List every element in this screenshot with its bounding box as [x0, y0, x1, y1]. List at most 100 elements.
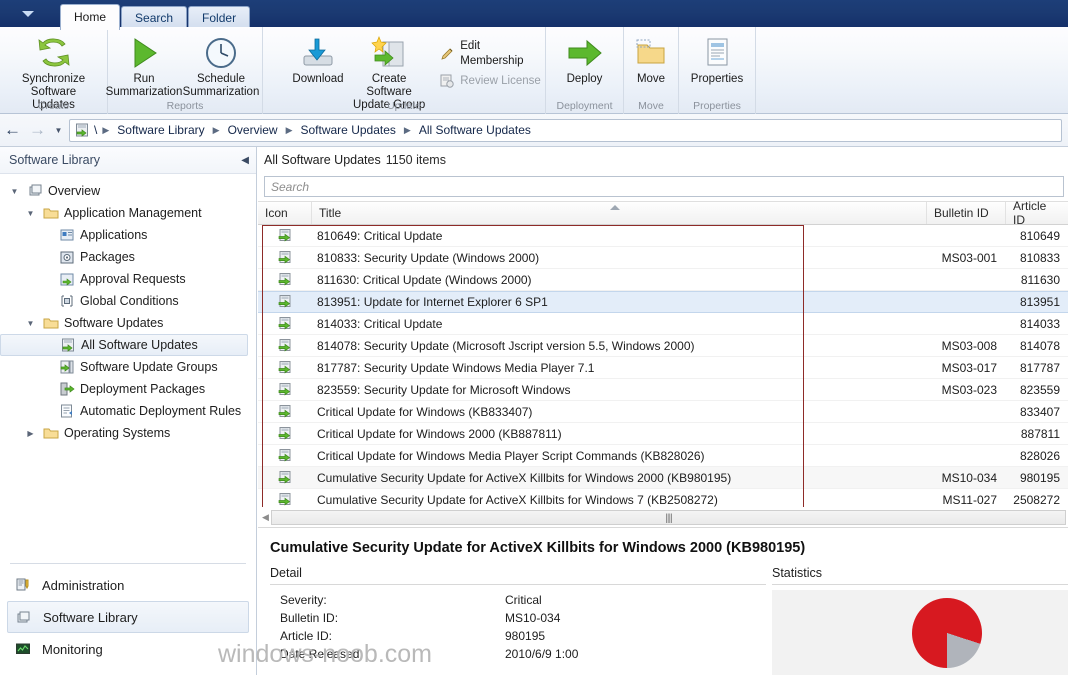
scrollbar-track[interactable]: ||||	[271, 509, 1066, 525]
detail-field-label: Bulletin ID:	[280, 611, 339, 625]
tab-home[interactable]: Home	[60, 4, 121, 30]
table-row[interactable]: Critical Update for Windows 2000 (KB8878…	[258, 423, 1068, 445]
breadcrumb-root[interactable]: \	[92, 123, 99, 137]
tree-item-global-conditions[interactable]: ▼Global Conditions	[0, 290, 256, 312]
detail-field: Severity: Critical	[270, 591, 766, 609]
green-right-arrow-icon	[566, 33, 604, 73]
table-row[interactable]: Critical Update for Windows (KB833407) 83…	[258, 401, 1068, 423]
detail-title: Cumulative Security Update for ActiveX K…	[270, 540, 806, 556]
tree-item-label: Deployment Packages	[80, 382, 206, 396]
search-bar: Search	[258, 173, 1068, 201]
tab-search[interactable]: Search	[121, 6, 188, 29]
table-row[interactable]: 810649: Critical Update 810649	[258, 225, 1068, 247]
detail-field-value: MS10-034	[505, 611, 561, 625]
table-row[interactable]: 823559: Security Update for Microsoft Wi…	[258, 379, 1068, 401]
tree-item-deployment-packages[interactable]: ▼Deployment Packages	[0, 378, 256, 400]
column-header-icon[interactable]: Icon	[258, 202, 312, 224]
detail-section-heading: Detail	[270, 566, 766, 585]
tab-folder[interactable]: Folder	[188, 6, 251, 29]
column-header-article-id[interactable]: Article ID	[1006, 199, 1068, 227]
download-button[interactable]: Download	[289, 31, 347, 86]
tree-item-all-software-updates[interactable]: ▼All Software Updates	[0, 334, 248, 356]
breadcrumb-item-overview[interactable]: Overview	[223, 123, 283, 137]
tree-item-overview[interactable]: ▼ Overview	[0, 180, 256, 202]
button-label-line1: Download	[292, 73, 344, 85]
horizontal-scrollbar[interactable]: ◀ ||||	[258, 507, 1068, 527]
properties-button[interactable]: Properties	[682, 31, 752, 86]
edit-membership-button[interactable]: Edit Membership	[435, 37, 545, 71]
application-menu-button[interactable]	[0, 0, 56, 27]
cell-title: 810649: Critical Update	[317, 228, 443, 243]
tree-item-approval-requests[interactable]: ▼Approval Requests	[0, 268, 256, 290]
workspace-button-software-library[interactable]: Software Library	[7, 601, 249, 633]
edit-membership-label: Edit Membership	[460, 40, 524, 67]
tree-item-automatic-deployment-rules[interactable]: ▼Automatic Deployment Rules	[0, 400, 256, 422]
list-item-count: 1150 items	[385, 153, 446, 167]
breadcrumb-item-software-library[interactable]: Software Library	[112, 123, 209, 137]
workspace-button-assets-and-compliance[interactable]: Assets and Compliance	[0, 665, 256, 675]
move-button[interactable]: Move	[626, 31, 676, 86]
review-license-label: Review License	[460, 74, 541, 87]
table-row[interactable]: 811630: Critical Update (Windows 2000) 81…	[258, 269, 1068, 291]
cell-title: 814078: Security Update (Microsoft Jscri…	[317, 338, 695, 353]
software-update-icon	[258, 404, 312, 420]
workspace-button-administration[interactable]: Administration	[0, 569, 256, 601]
search-input[interactable]: Search	[264, 176, 1064, 197]
table-row[interactable]: 817787: Security Update Windows Media Pl…	[258, 357, 1068, 379]
sidebar-header: Software Library ◀	[0, 147, 256, 174]
tree-item-label: Automatic Deployment Rules	[80, 404, 242, 418]
splitter-grip-icon[interactable]: ||||	[665, 513, 672, 524]
cell-title: Critical Update for Windows 2000 (KB8878…	[317, 426, 562, 441]
tree-item-software-updates[interactable]: ▼ Software Updates	[0, 312, 256, 334]
statistics-section-heading: Statistics	[772, 566, 1068, 585]
back-arrow-icon[interactable]: ←	[0, 118, 25, 142]
column-header-bulletin-id[interactable]: Bulletin ID	[927, 202, 1006, 224]
table-row[interactable]: 814078: Security Update (Microsoft Jscri…	[258, 335, 1068, 357]
breadcrumb[interactable]: \ ▶ Software Library ▶ Overview ▶ Softwa…	[69, 118, 1062, 142]
tree-item-applications[interactable]: ▼Applications	[0, 224, 256, 246]
tree-item-application-management[interactable]: ▼ Application Management	[0, 202, 256, 224]
chevron-left-icon[interactable]: ◀	[241, 155, 249, 166]
table-row[interactable]: 813951: Update for Internet Explorer 6 S…	[258, 291, 1068, 313]
cell-title: 813951: Update for Internet Explorer 6 S…	[317, 295, 548, 309]
title-bar: Home Search Folder	[0, 0, 1068, 30]
detail-field-label: Article ID:	[280, 629, 333, 643]
review-license-button[interactable]: Review License	[435, 71, 545, 91]
cell-article-id: 2508272	[1013, 492, 1060, 507]
chevron-right-icon[interactable]: ▶	[24, 429, 37, 438]
folder-move-icon	[634, 33, 668, 73]
ribbon-group-label-create: Create	[37, 100, 70, 112]
table-row[interactable]: Cumulative Security Update for ActiveX K…	[258, 489, 1068, 507]
tree-item-label: Global Conditions	[80, 294, 179, 308]
forward-arrow-icon[interactable]: →	[25, 118, 50, 142]
button-label-line2: Summarization	[105, 86, 183, 98]
main-content: All Software Updates 1150 items Search I…	[258, 147, 1068, 675]
ribbon-group-label-reports: Reports	[166, 100, 204, 112]
cell-title: 811630: Critical Update (Windows 2000)	[317, 272, 532, 287]
deploy-button[interactable]: Deploy	[554, 31, 616, 86]
table-row[interactable]: Cumulative Security Update for ActiveX K…	[258, 467, 1068, 489]
run-summarization-button[interactable]: Run Summarization	[105, 31, 183, 99]
table-row[interactable]: 810833: Security Update (Windows 2000) MS…	[258, 247, 1068, 269]
chevron-down-icon[interactable]: ▼	[24, 319, 37, 328]
chevron-down-icon[interactable]: ▼	[24, 209, 37, 218]
scroll-left-button[interactable]: ◀	[260, 512, 271, 523]
new-group-icon	[369, 33, 409, 73]
table-row[interactable]: Critical Update for Windows Media Player…	[258, 445, 1068, 467]
tree-item-packages[interactable]: ▼Packages	[0, 246, 256, 268]
breadcrumb-item-all-software-updates[interactable]: All Software Updates	[414, 123, 536, 137]
schedule-summarization-button[interactable]: Schedule Summarization	[180, 31, 262, 99]
overview-icon	[26, 183, 43, 199]
tree-item-operating-systems[interactable]: ▶ Operating Systems	[0, 422, 256, 444]
software-update-icon	[258, 338, 312, 354]
ribbon-group-reports: Run Summarization Schedule Summarization	[105, 27, 263, 114]
history-dropdown-button[interactable]: ▼	[50, 126, 67, 135]
workspace-button-monitoring[interactable]: Monitoring	[0, 633, 256, 665]
tree-item-software-update-groups[interactable]: ▼Software Update Groups	[0, 356, 256, 378]
table-row[interactable]: 814033: Critical Update 814033	[258, 313, 1068, 335]
ribbon-group-label-deployment: Deployment	[556, 100, 613, 112]
workspace-button-label: Software Library	[43, 609, 138, 625]
chevron-down-icon[interactable]: ▼	[8, 187, 21, 196]
cell-title: 814033: Critical Update	[317, 316, 443, 331]
breadcrumb-item-software-updates[interactable]: Software Updates	[296, 123, 401, 137]
